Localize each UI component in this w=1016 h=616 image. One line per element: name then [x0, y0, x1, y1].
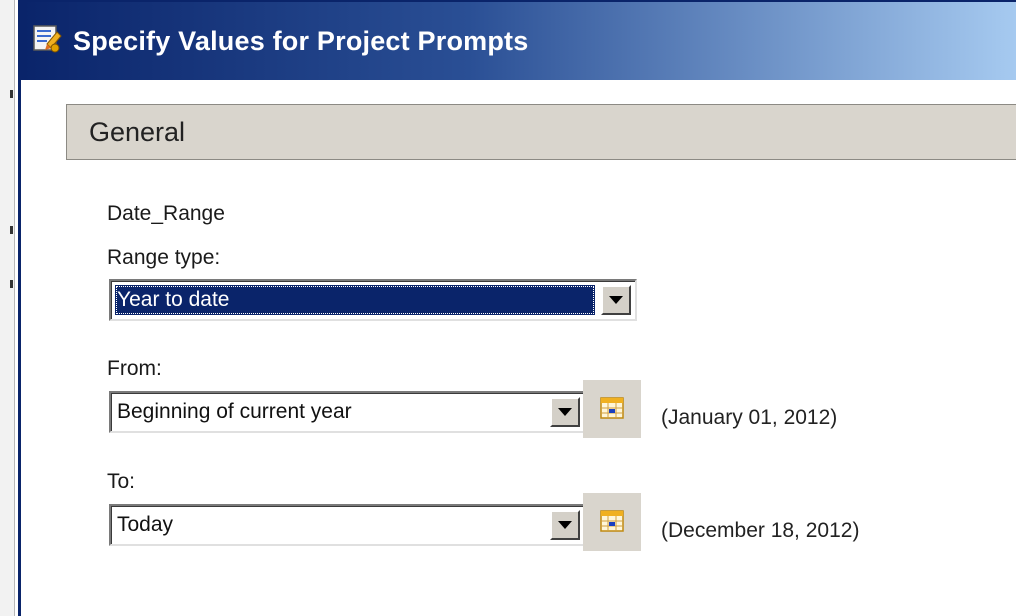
- prompt-wizard-icon: [33, 25, 62, 53]
- section-title: General: [89, 117, 186, 147]
- chevron-down-icon: [609, 296, 623, 304]
- from-dropdown-button[interactable]: [550, 397, 580, 427]
- range-type-dropdown-button[interactable]: [601, 285, 631, 315]
- chevron-down-icon: [558, 521, 572, 529]
- from-label: From:: [107, 357, 162, 380]
- edge-mark: [10, 226, 13, 234]
- to-resolved-date: (December 18, 2012): [661, 519, 860, 542]
- background-window-edge: [0, 0, 15, 616]
- prompt-dialog: Specify Values for Project Prompts Gener…: [18, 0, 1016, 616]
- calendar-icon: [600, 510, 624, 532]
- edge-mark: [10, 280, 13, 288]
- from-resolved-date: (January 01, 2012): [661, 406, 838, 429]
- range-type-label: Range type:: [107, 246, 221, 269]
- prompt-name: Date_Range: [107, 202, 225, 225]
- from-value: Beginning of current year: [117, 400, 352, 423]
- calendar-icon: [600, 397, 624, 419]
- from-calendar-button[interactable]: [583, 380, 641, 438]
- edge-mark: [10, 90, 13, 98]
- to-label: To:: [107, 470, 136, 493]
- range-type-select[interactable]: Year to date: [109, 279, 637, 321]
- window-title: Specify Values for Project Prompts: [73, 26, 529, 56]
- to-select[interactable]: Today: [109, 504, 586, 546]
- dialog-content: General Date_Range Range type: Year to d…: [21, 80, 1016, 616]
- to-value: Today: [117, 513, 174, 536]
- to-dropdown-button[interactable]: [550, 510, 580, 540]
- to-calendar-button[interactable]: [583, 493, 641, 551]
- section-header-general: General: [66, 104, 1016, 160]
- title-bar[interactable]: Specify Values for Project Prompts: [21, 2, 1016, 80]
- chevron-down-icon: [558, 408, 572, 416]
- screen: Specify Values for Project Prompts Gener…: [0, 0, 1016, 616]
- range-type-value: Year to date: [115, 285, 595, 315]
- from-select[interactable]: Beginning of current year: [109, 391, 586, 433]
